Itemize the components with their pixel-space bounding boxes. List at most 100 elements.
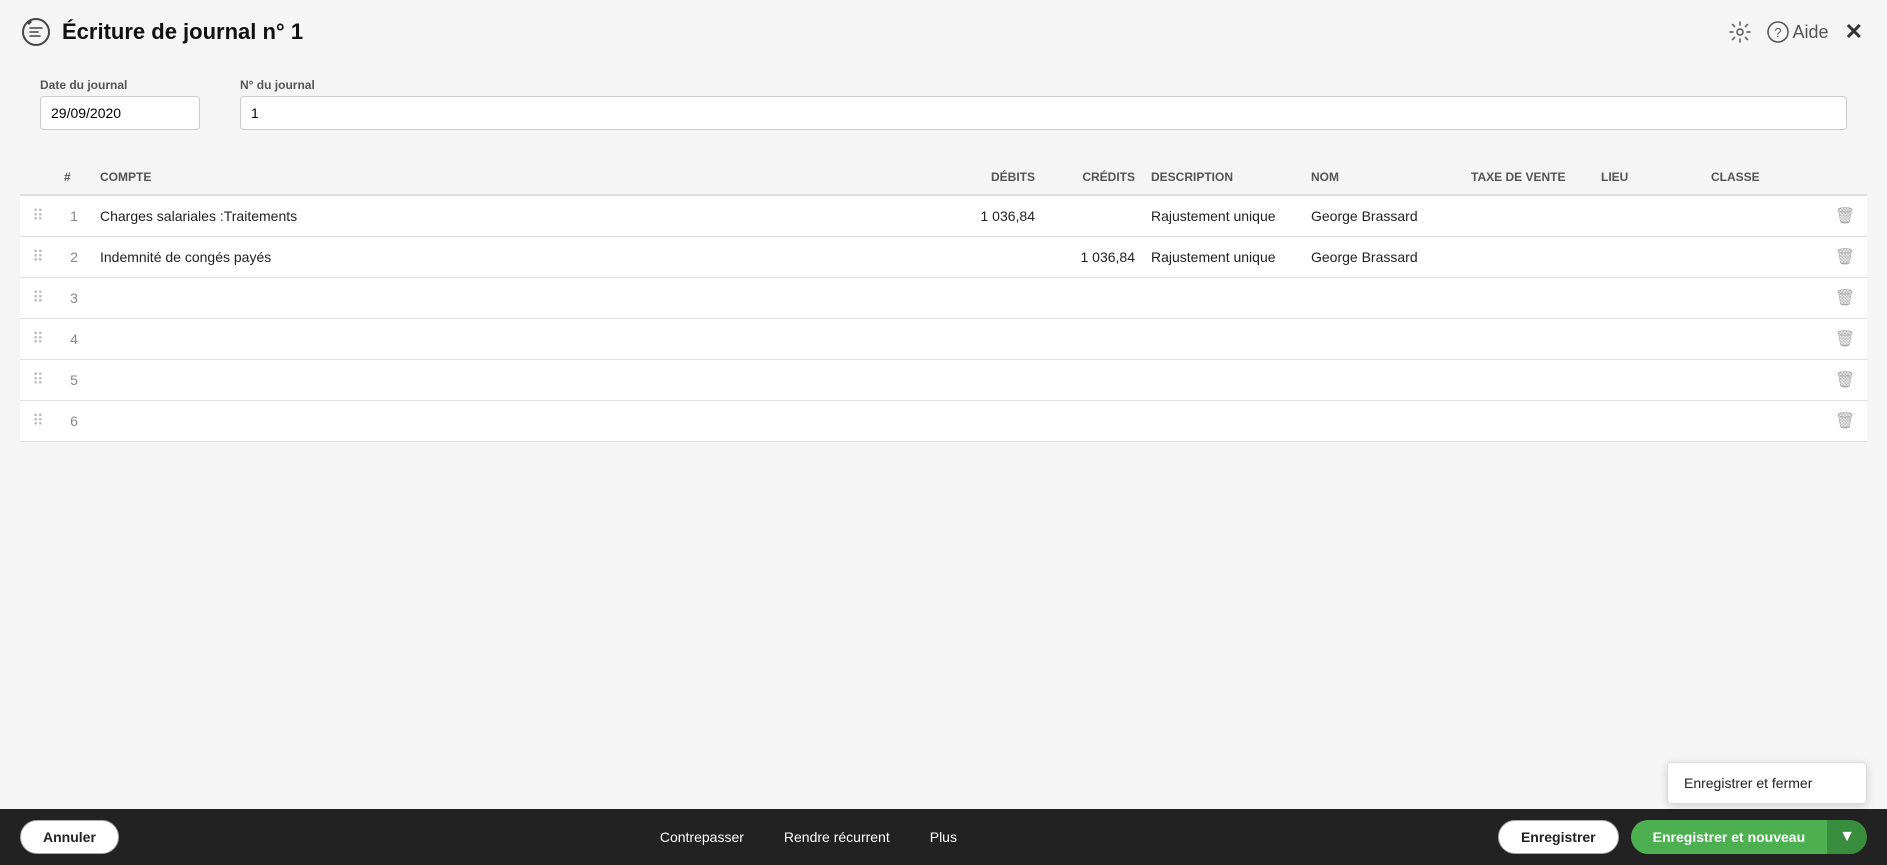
drag-dots-icon: ⠿	[32, 372, 44, 389]
drag-dots-icon: ⠿	[32, 249, 44, 266]
settings-button[interactable]	[1729, 21, 1751, 43]
drag-handle[interactable]: ⠿	[20, 360, 56, 401]
table-header-row: # COMPTE DÉBITS CRÉDITS DESCRIPTION NOM …	[20, 160, 1867, 195]
row-debits[interactable]	[943, 278, 1043, 319]
drag-handle[interactable]: ⠿	[20, 319, 56, 360]
row-description[interactable]	[1143, 360, 1303, 401]
row-nom[interactable]: George Brassard	[1303, 195, 1463, 237]
help-button[interactable]: ? Aide	[1767, 21, 1829, 43]
row-compte[interactable]	[92, 401, 943, 442]
drag-handle[interactable]: ⠿	[20, 195, 56, 237]
table-row: ⠿ 6 🗑	[20, 401, 1867, 442]
row-classe[interactable]	[1703, 278, 1823, 319]
row-number: 1	[56, 195, 92, 237]
row-lieu[interactable]	[1593, 401, 1703, 442]
header-right: ? Aide ✕	[1729, 19, 1863, 45]
row-debits[interactable]	[943, 319, 1043, 360]
col-compte: COMPTE	[92, 160, 943, 195]
row-compte[interactable]	[92, 360, 943, 401]
row-taxe-vente[interactable]	[1463, 401, 1593, 442]
row-compte[interactable]	[92, 278, 943, 319]
row-taxe-vente[interactable]	[1463, 237, 1593, 278]
enregistrer-fermer-option[interactable]: Enregistrer et fermer	[1668, 763, 1866, 803]
enregistrer-nouveau-button[interactable]: Enregistrer et nouveau	[1631, 820, 1828, 854]
row-taxe-vente[interactable]	[1463, 360, 1593, 401]
row-description[interactable]	[1143, 319, 1303, 360]
row-nom[interactable]: George Brassard	[1303, 237, 1463, 278]
journal-table: # COMPTE DÉBITS CRÉDITS DESCRIPTION NOM …	[20, 160, 1867, 442]
row-classe[interactable]	[1703, 401, 1823, 442]
footer-center: Contrepasser Rendre récurrent Plus	[660, 829, 957, 845]
row-debits[interactable]	[943, 401, 1043, 442]
drag-handle[interactable]: ⠿	[20, 401, 56, 442]
enregistrer-button[interactable]: Enregistrer	[1498, 820, 1619, 854]
trash-icon: 🗑	[1835, 413, 1855, 430]
row-lieu[interactable]	[1593, 278, 1703, 319]
row-description[interactable]	[1143, 278, 1303, 319]
trash-icon: 🗑	[1835, 372, 1855, 389]
row-description[interactable]	[1143, 401, 1303, 442]
plus-button[interactable]: Plus	[930, 829, 957, 845]
delete-row-button[interactable]: 🗑	[1835, 370, 1855, 390]
drag-handle[interactable]: ⠿	[20, 278, 56, 319]
col-classe: CLASSE	[1703, 160, 1823, 195]
row-debits[interactable]: 1 036,84	[943, 195, 1043, 237]
row-credits[interactable]: 1 036,84	[1043, 237, 1143, 278]
delete-row-button[interactable]: 🗑	[1835, 411, 1855, 431]
enregistrer-dropdown-arrow[interactable]: ▼	[1827, 820, 1867, 854]
row-debits[interactable]	[943, 237, 1043, 278]
date-input[interactable]	[40, 96, 200, 130]
row-compte[interactable]	[92, 319, 943, 360]
col-nom: NOM	[1303, 160, 1463, 195]
delete-row-button[interactable]: 🗑	[1835, 206, 1855, 226]
contrepasser-button[interactable]: Contrepasser	[660, 829, 744, 845]
drag-dots-icon: ⠿	[32, 290, 44, 307]
col-debits: DÉBITS	[943, 160, 1043, 195]
row-credits[interactable]	[1043, 319, 1143, 360]
row-taxe-vente[interactable]	[1463, 319, 1593, 360]
row-nom[interactable]	[1303, 319, 1463, 360]
row-credits[interactable]	[1043, 401, 1143, 442]
row-credits[interactable]	[1043, 195, 1143, 237]
date-field-group: Date du journal	[40, 78, 200, 130]
table-section: # COMPTE DÉBITS CRÉDITS DESCRIPTION NOM …	[0, 140, 1887, 442]
trash-icon: 🗑	[1835, 290, 1855, 307]
row-taxe-vente[interactable]	[1463, 278, 1593, 319]
footer: Annuler Contrepasser Rendre récurrent Pl…	[0, 809, 1887, 865]
row-lieu[interactable]	[1593, 195, 1703, 237]
row-compte[interactable]: Charges salariales :Traitements	[92, 195, 943, 237]
delete-row-button[interactable]: 🗑	[1835, 329, 1855, 349]
row-classe[interactable]	[1703, 360, 1823, 401]
drag-dots-icon: ⠿	[32, 413, 44, 430]
rendre-recurrent-button[interactable]: Rendre récurrent	[784, 829, 890, 845]
delete-row-button[interactable]: 🗑	[1835, 288, 1855, 308]
row-classe[interactable]	[1703, 319, 1823, 360]
row-credits[interactable]	[1043, 360, 1143, 401]
row-number: 3	[56, 278, 92, 319]
chevron-down-icon: ▼	[1839, 828, 1855, 846]
row-lieu[interactable]	[1593, 360, 1703, 401]
row-description[interactable]: Rajustement unique	[1143, 195, 1303, 237]
delete-row-button[interactable]: 🗑	[1835, 247, 1855, 267]
journal-num-field-group: N° du journal	[240, 78, 1847, 130]
row-classe[interactable]	[1703, 195, 1823, 237]
row-nom[interactable]	[1303, 401, 1463, 442]
row-compte[interactable]: Indemnité de congés payés	[92, 237, 943, 278]
close-button[interactable]: ✕	[1845, 19, 1863, 45]
row-credits[interactable]	[1043, 278, 1143, 319]
header: Écriture de journal n° 1 ? Aide ✕	[0, 0, 1887, 58]
row-lieu[interactable]	[1593, 237, 1703, 278]
page-title: Écriture de journal n° 1	[62, 19, 303, 45]
journal-num-input[interactable]	[240, 96, 1847, 130]
annuler-button[interactable]: Annuler	[20, 820, 119, 854]
row-nom[interactable]	[1303, 278, 1463, 319]
col-taxe-vente: TAXE DE VENTE	[1463, 160, 1593, 195]
row-nom[interactable]	[1303, 360, 1463, 401]
row-classe[interactable]	[1703, 237, 1823, 278]
row-taxe-vente[interactable]	[1463, 195, 1593, 237]
row-debits[interactable]	[943, 360, 1043, 401]
drag-handle[interactable]: ⠿	[20, 237, 56, 278]
table-row: ⠿ 1 Charges salariales :Traitements 1 03…	[20, 195, 1867, 237]
row-lieu[interactable]	[1593, 319, 1703, 360]
row-description[interactable]: Rajustement unique	[1143, 237, 1303, 278]
